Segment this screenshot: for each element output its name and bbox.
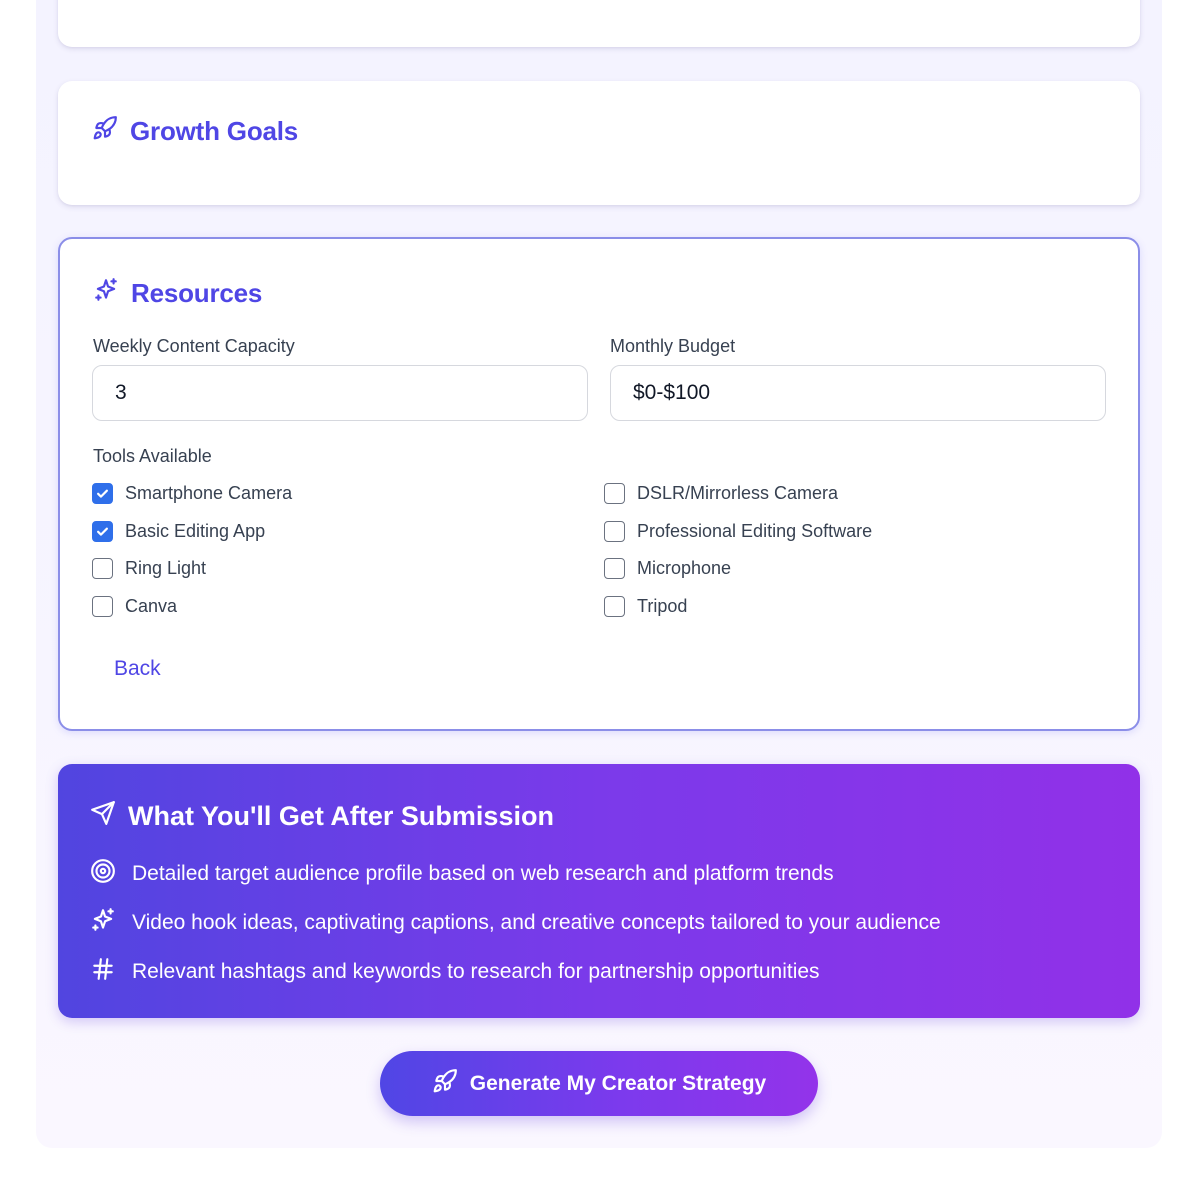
tool-label: Ring Light (125, 558, 207, 578)
tool-label: Microphone (637, 558, 732, 578)
resources-title: Resources (93, 277, 262, 310)
tool-label: Basic Editing App (125, 521, 266, 541)
benefit-item: Video hook ideas, captivating captions, … (90, 907, 941, 939)
resources-card: Resources Weekly Content Capacity Monthl… (58, 237, 1140, 731)
tool-label: Canva (125, 596, 178, 616)
checkbox-icon[interactable] (604, 596, 625, 617)
monthly-budget-label: Monthly Budget (610, 336, 736, 356)
checkbox-icon[interactable] (92, 558, 113, 579)
tool-label: Smartphone Camera (125, 483, 293, 503)
tool-smartphone-camera[interactable]: Smartphone Camera (92, 483, 292, 504)
checkbox-icon[interactable] (604, 558, 625, 579)
tool-label: Tripod (637, 596, 688, 616)
target-icon (90, 858, 116, 890)
checkbox-icon[interactable] (92, 521, 113, 542)
rocket-icon (92, 115, 118, 148)
generate-strategy-button[interactable]: Generate My Creator Strategy (380, 1051, 818, 1116)
weekly-capacity-input[interactable] (92, 365, 588, 421)
checkbox-icon[interactable] (604, 483, 625, 504)
tool-professional-editing-software[interactable]: Professional Editing Software (604, 521, 872, 542)
rocket-icon (432, 1068, 458, 1100)
growth-goals-title-text: Growth Goals (130, 116, 299, 146)
checkbox-icon[interactable] (92, 483, 113, 504)
banner-title-text: What You'll Get After Submission (128, 801, 554, 831)
checkbox-icon[interactable] (92, 596, 113, 617)
benefit-text: Video hook ideas, captivating captions, … (132, 911, 941, 934)
checkbox-icon[interactable] (604, 521, 625, 542)
benefit-text: Detailed target audience profile based o… (132, 862, 834, 885)
tool-tripod[interactable]: Tripod (604, 596, 687, 617)
banner-title: What You'll Get After Submission (90, 800, 554, 833)
submission-benefits-banner: What You'll Get After Submission Detaile… (58, 764, 1140, 1018)
tools-available-label: Tools Available (93, 446, 212, 466)
weekly-capacity-label: Weekly Content Capacity (93, 336, 295, 356)
generate-strategy-label: Generate My Creator Strategy (469, 1071, 767, 1095)
hash-icon (90, 956, 116, 988)
growth-goals-title: Growth Goals (92, 115, 298, 148)
tool-dslr-camera[interactable]: DSLR/Mirrorless Camera (604, 483, 838, 504)
benefit-item: Detailed target audience profile based o… (90, 858, 834, 890)
sparkles-icon (90, 907, 116, 939)
growth-goals-card[interactable]: Growth Goals (58, 81, 1140, 205)
benefit-item: Relevant hashtags and keywords to resear… (90, 956, 820, 988)
tool-label: Professional Editing Software (637, 521, 873, 541)
tool-basic-editing-app[interactable]: Basic Editing App (92, 521, 265, 542)
benefit-text: Relevant hashtags and keywords to resear… (132, 960, 820, 983)
resources-title-text: Resources (131, 278, 263, 308)
back-button[interactable]: Back (114, 657, 161, 681)
tool-label: DSLR/Mirrorless Camera (637, 483, 839, 503)
send-icon (90, 800, 116, 833)
sparkles-icon (93, 277, 119, 310)
tool-canva[interactable]: Canva (92, 596, 177, 617)
tool-ring-light[interactable]: Ring Light (92, 558, 206, 579)
tool-microphone[interactable]: Microphone (604, 558, 731, 579)
previous-section-card (58, 0, 1140, 47)
monthly-budget-input[interactable] (610, 365, 1106, 421)
